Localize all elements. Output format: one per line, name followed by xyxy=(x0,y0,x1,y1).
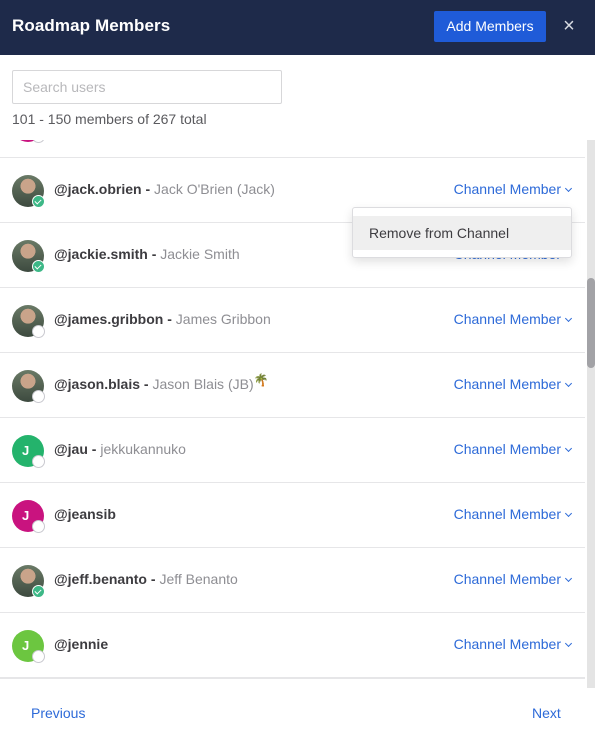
member-name: @jack.obrien - Jack O'Brien (Jack) xyxy=(54,181,275,197)
status-offline-icon xyxy=(32,390,45,403)
member-count: 101 - 150 members of 267 total xyxy=(12,111,207,127)
role-label: Channel Member xyxy=(453,506,561,522)
member-row: @james.gribbon - James Gribbon Channel M… xyxy=(0,288,585,353)
role-dropdown[interactable]: Channel Member xyxy=(453,506,573,522)
member-name: @jason.blais - Jason Blais (JB)🌴 xyxy=(54,373,269,392)
status-offline-icon xyxy=(32,455,45,468)
member-row: J @jennie Channel Member xyxy=(0,613,585,678)
member-name: @jeansib xyxy=(54,506,116,522)
chevron-down-icon xyxy=(564,314,573,323)
chevron-down-icon xyxy=(564,509,573,518)
username: @jennie xyxy=(54,636,109,652)
username: @jeff.benanto xyxy=(54,571,147,587)
name-separator: - xyxy=(146,571,160,587)
search-users-input[interactable] xyxy=(12,70,282,104)
status-online-icon xyxy=(32,260,45,273)
full-name: Jason Blais (JB) xyxy=(152,376,254,392)
name-separator: - xyxy=(140,376,153,392)
chevron-down-icon xyxy=(564,639,573,648)
role-dropdown[interactable]: Channel Member xyxy=(453,571,573,587)
username: @jeansib xyxy=(54,506,116,522)
avatar-initial: J xyxy=(22,508,30,523)
role-dropdown[interactable]: Channel Member xyxy=(453,441,573,457)
previous-page-link[interactable]: Previous xyxy=(31,705,85,721)
role-dropdown[interactable]: Channel Member xyxy=(453,181,573,197)
chevron-down-icon xyxy=(564,574,573,583)
member-name: @jackie.smith - Jackie Smith xyxy=(54,246,240,262)
role-dropdown[interactable]: Channel Member xyxy=(453,311,573,327)
member-name: @jeff.benanto - Jeff Benanto xyxy=(54,571,238,587)
role-label: Channel Member xyxy=(453,636,561,652)
chevron-down-icon xyxy=(564,444,573,453)
status-online-icon xyxy=(32,195,45,208)
name-separator: - xyxy=(163,311,176,327)
modal-title: Roadmap Members xyxy=(12,16,171,35)
add-members-button[interactable]: Add Members xyxy=(434,11,546,42)
avatar-initial: J xyxy=(22,443,30,458)
member-role-dropdown: Remove from Channel xyxy=(352,207,572,258)
role-dropdown[interactable]: Channel Member xyxy=(453,636,573,652)
username: @jau xyxy=(54,441,88,457)
name-separator: - xyxy=(87,441,101,457)
name-separator: - xyxy=(147,246,161,262)
member-row: J @jau - jekkukannuko Channel Member xyxy=(0,418,585,483)
member-name: @james.gribbon - James Gribbon xyxy=(54,311,271,327)
list-item-partial xyxy=(0,140,585,158)
full-name: James Gribbon xyxy=(175,311,271,327)
member-name: @jau - jekkukannuko xyxy=(54,441,186,457)
status-online-icon xyxy=(32,585,45,598)
scrollbar-track[interactable] xyxy=(587,140,595,688)
scrollbar-thumb[interactable] xyxy=(587,278,595,368)
member-row: @jason.blais - Jason Blais (JB)🌴 Channel… xyxy=(0,353,585,418)
role-label: Channel Member xyxy=(453,441,561,457)
chevron-down-icon xyxy=(564,184,573,193)
status-offline-icon xyxy=(32,520,45,533)
next-page-link[interactable]: Next xyxy=(532,705,561,721)
chevron-down-icon xyxy=(564,379,573,388)
member-name: @jennie xyxy=(54,636,108,652)
status-offline-icon xyxy=(32,650,45,663)
palm-tree-icon: 🌴 xyxy=(253,373,269,387)
status-offline-icon xyxy=(32,140,45,143)
name-separator: - xyxy=(141,181,155,197)
role-label: Channel Member xyxy=(453,571,561,587)
username: @jackie.smith xyxy=(54,246,148,262)
full-name: Jackie Smith xyxy=(160,246,240,262)
modal-header: Roadmap Members Add Members × xyxy=(0,0,595,55)
member-row: @jeff.benanto - Jeff Benanto Channel Mem… xyxy=(0,548,585,613)
remove-from-channel-item[interactable]: Remove from Channel xyxy=(353,216,571,250)
full-name: Jeff Benanto xyxy=(159,571,238,587)
role-label: Channel Member xyxy=(453,311,561,327)
divider xyxy=(0,678,585,679)
member-row: J @jeansib Channel Member xyxy=(0,483,585,548)
role-label: Channel Member xyxy=(453,181,561,197)
full-name: jekkukannuko xyxy=(100,441,186,457)
status-offline-icon xyxy=(32,325,45,338)
username: @jason.blais xyxy=(54,376,141,392)
username: @jack.obrien xyxy=(54,181,142,197)
username: @james.gribbon xyxy=(54,311,164,327)
close-icon[interactable]: × xyxy=(561,16,577,36)
full-name: Jack O'Brien (Jack) xyxy=(154,181,275,197)
role-dropdown[interactable]: Channel Member xyxy=(453,376,573,392)
role-label: Channel Member xyxy=(453,376,561,392)
avatar-initial: J xyxy=(22,638,30,653)
